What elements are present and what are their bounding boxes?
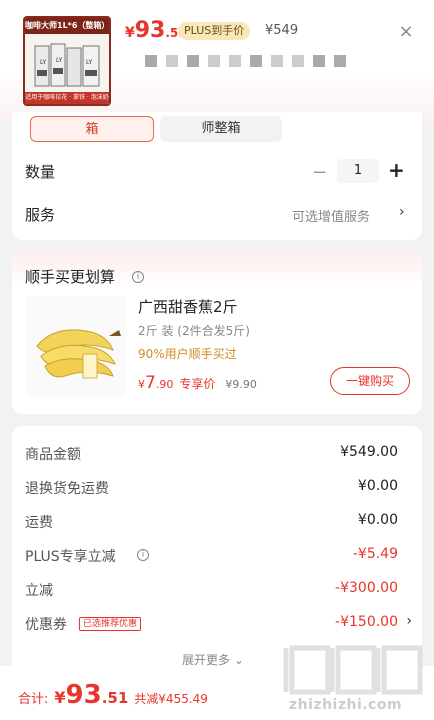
total-integer: 93: [65, 680, 102, 710]
oat-milk-cartons-icon: LY LY LY: [34, 43, 100, 87]
service-value[interactable]: 可选增值服务: [292, 206, 370, 225]
thumbnail-title: 咖啡大师1L*6（整箱）: [25, 18, 109, 34]
total-decimal: .51: [101, 689, 129, 707]
addon-price: ¥ 7 .90 专享价 ¥9.90: [138, 373, 257, 393]
summary-value: ¥0.00: [357, 478, 398, 494]
watermark-text: zhizhizhi.com: [289, 697, 403, 713]
quantity-value[interactable]: 1: [337, 159, 379, 183]
info-icon[interactable]: i: [132, 271, 144, 283]
thumbnail-footer: 适用于咖啡拉花 · 拿铁 · 泡沫奶茶: [25, 92, 109, 104]
total-label: 合计:: [18, 692, 49, 707]
price-integer: 93: [134, 18, 166, 43]
summary-row-plus-discount: PLUS专享立减 i -¥5.49: [25, 546, 410, 566]
original-price: ¥549: [265, 23, 299, 38]
chevron-right-icon[interactable]: ›: [406, 613, 412, 629]
addon-price-currency: ¥: [138, 378, 145, 391]
product-thumbnail: 咖啡大师1L*6（整箱） LY LY LY 适用于咖啡拉花 · 拿铁 · 泡沫奶…: [23, 16, 111, 106]
masked-spec-text: [145, 55, 346, 67]
quantity-label: 数量: [25, 163, 56, 181]
addon-original-price: ¥9.90: [225, 378, 257, 391]
product-header: 咖啡大师1L*6（整箱） LY LY LY 适用于咖啡拉花 · 拿铁 · 泡沫奶…: [0, 0, 434, 120]
summary-value: ¥549.00: [340, 444, 398, 460]
addon-popularity: 90%用户顺手买过: [138, 347, 237, 361]
summary-label: 运费: [25, 515, 53, 531]
addon-title: 顺手买更划算: [25, 268, 116, 286]
quantity-plus-button[interactable]: +: [388, 158, 405, 182]
summary-value: ¥0.00: [357, 512, 398, 528]
summary-row-return-shipping: 退换货免运费 ¥0.00: [25, 478, 410, 498]
spec-option-box[interactable]: 箱: [30, 116, 154, 142]
addon-card: 顺手买更划算 i 广西甜香蕉2斤 2斤 装 (2件合发5斤) 90%用户顺手买过…: [12, 252, 422, 414]
summary-value: -¥300.00: [335, 580, 398, 596]
svg-text:LY: LY: [56, 57, 63, 64]
spec-option-full-box[interactable]: 师整箱: [160, 116, 282, 142]
plus-price-badge: PLUS到手价: [178, 22, 251, 40]
close-button[interactable]: ×: [396, 22, 416, 42]
summary-row-coupon[interactable]: 优惠券 已选推荐优惠 -¥150.00 ›: [25, 613, 412, 634]
total-price: 合计: ¥ 93 .51 共减¥455.49: [18, 680, 208, 710]
chevron-right-icon[interactable]: ›: [399, 204, 405, 220]
spec-card: 箱 师整箱 数量 − 1 + 服务 可选增值服务 ›: [12, 112, 422, 240]
one-click-buy-button[interactable]: 一键购买: [330, 367, 410, 395]
summary-label: 商品金额: [25, 447, 81, 463]
summary-label: 优惠券: [25, 617, 67, 633]
summary-label: PLUS专享立减: [25, 549, 116, 565]
summary-label: 立减: [25, 583, 53, 599]
total-saved: 共减¥455.49: [134, 692, 208, 706]
summary-row-instant-discount: 立减 -¥300.00: [25, 580, 410, 600]
svg-text:LY: LY: [40, 59, 47, 66]
addon-price-tag: 专享价: [179, 377, 216, 391]
addon-product-spec: 2斤 装 (2件合发5斤): [138, 324, 250, 338]
addon-product-name[interactable]: 广西甜香蕉2斤: [138, 296, 238, 317]
summary-value: -¥150.00: [335, 614, 398, 630]
service-label: 服务: [25, 206, 56, 224]
banana-image: [25, 296, 127, 396]
price-currency: ¥: [125, 25, 135, 41]
total-currency: ¥: [54, 688, 66, 707]
summary-row-goods-amount: 商品金额 ¥549.00: [25, 444, 410, 464]
info-icon[interactable]: i: [137, 549, 149, 561]
svg-text:LY: LY: [86, 59, 93, 66]
addon-price-decimal: .90: [155, 378, 174, 391]
coupon-selected-badge: 已选推荐优惠: [79, 617, 142, 631]
summary-label: 退换货免运费: [25, 481, 109, 497]
summary-value: -¥5.49: [352, 546, 398, 562]
summary-row-shipping: 运费 ¥0.00: [25, 512, 410, 532]
quantity-minus-button[interactable]: −: [312, 162, 327, 183]
addon-price-integer: 7: [145, 373, 156, 393]
